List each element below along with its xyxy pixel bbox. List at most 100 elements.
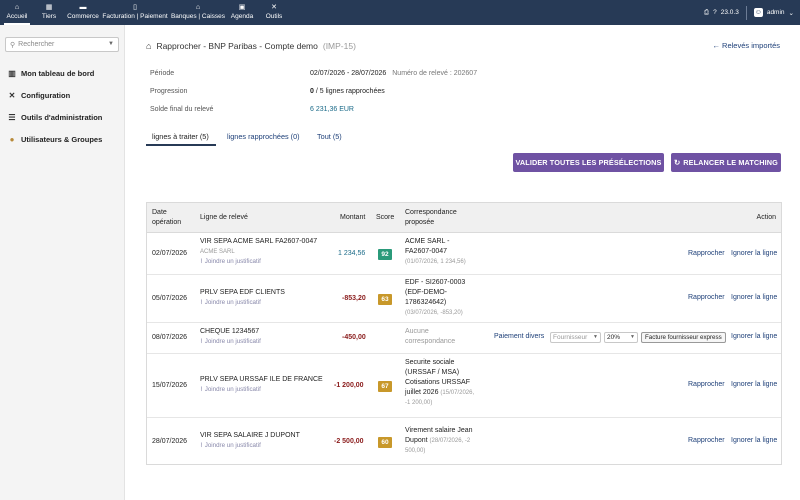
ignore-line-link[interactable]: Ignorer la ligne: [731, 333, 777, 340]
table-row: 08/07/2026 CHEQUE 1234567 ⌇ Joindre un j…: [147, 323, 781, 354]
nav-agenda[interactable]: ▣ Agenda: [229, 0, 255, 25]
row-date: 05/07/2026: [152, 295, 188, 302]
periode-value: 02/07/2026 - 28/07/2026 Numéro de relevé…: [310, 70, 478, 77]
ignore-line-link[interactable]: Ignorer la ligne: [731, 381, 777, 388]
nav-tiers[interactable]: ▦ Tiers: [38, 0, 60, 25]
row-amount: -450,00: [342, 334, 366, 341]
row-label: VIR SEPA ACME SARL FA2607-0047 ACME SARL…: [200, 238, 318, 267]
attach-receipt-link[interactable]: ⌇ Joindre un justificatif: [200, 257, 317, 267]
dashboard-icon: ▥: [8, 69, 16, 78]
rematch-button[interactable]: ↻ RELANCER LE MATCHING: [671, 153, 781, 172]
tab-tout[interactable]: Tout (5): [317, 132, 342, 141]
row-label: PRLV SEPA EDF CLIENTS ⌇ Joindre un justi…: [200, 289, 285, 308]
ignore-line-link[interactable]: Ignorer la ligne: [731, 437, 777, 444]
row-correspondance: Aucune correspondance: [405, 328, 456, 345]
row-label: VIR SEPA SALAIRE J DUPONT ⌇ Joindre un j…: [200, 432, 300, 451]
table-row: 05/07/2026 PRLV SEPA EDF CLIENTS ⌇ Joind…: [147, 275, 781, 323]
bank-icon: ⌂: [146, 41, 152, 51]
nav-accueil[interactable]: ⌂ Accueil: [4, 0, 30, 25]
ignore-line-link[interactable]: Ignorer la ligne: [731, 294, 777, 301]
ignore-line-link[interactable]: Ignorer la ligne: [731, 250, 777, 257]
nav-outils[interactable]: ✕ Outils: [263, 0, 285, 25]
row-label: CHEQUE 1234567 ⌇ Joindre un justificatif: [200, 328, 261, 347]
score-badge: 60: [378, 437, 392, 448]
reconciliation-table: Date opération Ligne de relevé Montant S…: [146, 202, 782, 465]
row-label: PRLV SEPA URSSAF ILE DE FRANCE ⌇ Joindre…: [200, 376, 323, 395]
score-badge: 63: [378, 294, 392, 305]
calendar-icon: ▣: [238, 4, 246, 11]
main-content: ⌂ Rapprocher - BNP Paribas - Compte demo…: [126, 25, 800, 500]
chevron-down-icon: ▼: [108, 41, 114, 47]
back-to-imported-statements-link[interactable]: ← Relevés importés: [712, 41, 780, 50]
facture-express-button[interactable]: Facture fournisseur express: [641, 332, 726, 343]
row-correspondance: EDF - SI2607-0003 (EDF-DEMO- 1786324642)…: [405, 279, 466, 316]
attach-receipt-link[interactable]: ⌇ Joindre un justificatif: [200, 385, 323, 395]
row-amount: -1 200,00: [334, 382, 364, 389]
row-amount: -853,20: [342, 295, 366, 302]
solde-label: Solde final du relevé: [150, 106, 214, 113]
printer-icon[interactable]: ⎙: [704, 9, 709, 17]
file-invoice-icon: ▯: [133, 4, 137, 11]
row-amount: -2 500,00: [334, 438, 364, 445]
sidebar-item-admin-tools[interactable]: ☰ Outils d'administration: [8, 113, 102, 122]
chevron-down-icon[interactable]: ⌄: [789, 9, 794, 17]
table-row: 15/07/2026 PRLV SEPA URSSAF ILE DE FRANC…: [147, 354, 781, 418]
user-avatar-icon[interactable]: ☺: [753, 8, 763, 17]
progression-value: 0 / 5 lignes rapprochées: [310, 88, 385, 95]
server-icon: ☰: [8, 113, 16, 122]
table-row: 02/07/2026 VIR SEPA ACME SARL FA2607-004…: [147, 233, 781, 275]
row-date: 02/07/2026: [152, 250, 188, 257]
row-date: 08/07/2026: [152, 334, 188, 341]
header-ligne: Ligne de relevé: [200, 214, 248, 221]
wrench-icon: ✕: [8, 91, 16, 100]
progression-label: Progression: [150, 88, 188, 95]
chevron-down-icon: ▼: [593, 334, 598, 340]
table-header: Date opération Ligne de relevé Montant S…: [147, 203, 781, 233]
page-title: ⌂ Rapprocher - BNP Paribas - Compte demo…: [146, 41, 356, 51]
sidebar-item-configuration[interactable]: ✕ Configuration: [8, 91, 71, 100]
validate-all-preselections-button[interactable]: VALIDER TOUTES LES PRÉSÉLECTIONS: [513, 153, 664, 172]
sidebar-item-users[interactable]: ● Utilisateurs & Groupes: [8, 135, 103, 144]
nav-banques[interactable]: ⌂ Banques | Caisses: [170, 0, 226, 25]
building-icon: ▦: [45, 4, 53, 11]
version-label: 23.0.3: [720, 9, 739, 16]
help-icon[interactable]: ?: [713, 9, 717, 16]
row-date: 15/07/2026: [152, 382, 188, 389]
header-score: Score: [376, 214, 395, 221]
rapprocher-link[interactable]: Rapprocher: [688, 437, 725, 444]
rapprocher-link[interactable]: Rapprocher: [688, 381, 725, 388]
row-correspondance: ACME SARL - FA2607-0047 (01/07/2026, 1 2…: [405, 238, 466, 265]
attach-receipt-link[interactable]: ⌇ Joindre un justificatif: [200, 441, 300, 451]
nav-facturation[interactable]: ▯ Facturation | Paiement: [102, 0, 168, 25]
row-amount: 1 234,56: [338, 250, 366, 257]
nav-commerce[interactable]: ▬ Commerce: [66, 0, 100, 25]
home-icon: ⌂: [14, 4, 20, 11]
attach-receipt-link[interactable]: ⌇ Joindre un justificatif: [200, 298, 285, 308]
header-date: Date opération: [152, 209, 182, 226]
bank-icon: ⌂: [195, 4, 201, 11]
tva-select[interactable]: 20% ▼: [604, 332, 638, 343]
topbar-right: ⎙ ? 23.0.3 ☺ admin ⌄: [704, 0, 794, 25]
solde-value: 6 231,36 EUR: [310, 106, 354, 113]
divider: [745, 5, 747, 20]
tab-lignes-rapprochees[interactable]: lignes rapprochées (0): [227, 132, 300, 141]
sidebar-item-dashboard[interactable]: ▥ Mon tableau de bord: [8, 69, 94, 78]
header-montant: Montant: [340, 214, 366, 221]
row-correspondance: Virement salaire Jean Dupont (28/07/2026…: [405, 427, 473, 454]
tab-lignes-a-traiter[interactable]: lignes à traiter (5): [146, 132, 216, 146]
rapprocher-link[interactable]: Rapprocher: [688, 294, 725, 301]
header-action: Action: [756, 214, 776, 221]
sidebar: ⚲ Rechercher ▼ ▥ Mon tableau de bord ✕ C…: [0, 25, 125, 500]
score-badge: 67: [378, 381, 392, 392]
rapprocher-link[interactable]: Rapprocher: [688, 250, 725, 257]
search-select[interactable]: ⚲ Rechercher ▼: [5, 37, 119, 52]
paiement-divers-link[interactable]: Paiement divers: [494, 333, 544, 340]
user-name[interactable]: admin: [767, 9, 785, 16]
search-icon: ⚲: [10, 41, 16, 49]
briefcase-icon: ▬: [79, 4, 87, 11]
search-placeholder: Rechercher: [18, 41, 55, 48]
header-correspondance: Correspondance proposée: [405, 209, 457, 226]
attach-receipt-link[interactable]: ⌇ Joindre un justificatif: [200, 337, 261, 347]
fournisseur-select[interactable]: Fournisseur ▼: [550, 332, 601, 343]
tools-icon: ✕: [271, 4, 277, 11]
